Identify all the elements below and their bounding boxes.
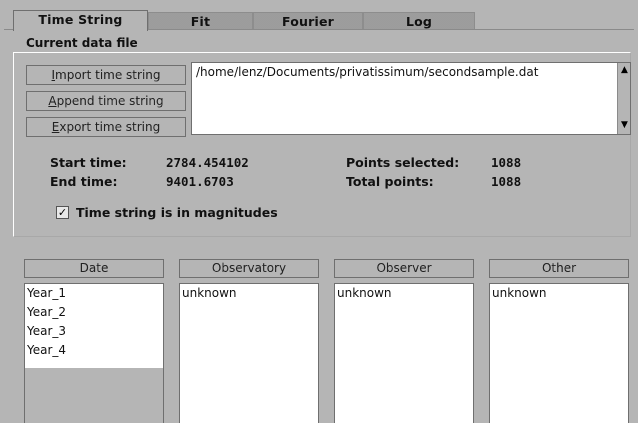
list-item[interactable]: unknown xyxy=(490,284,628,303)
file-path-scrollbar[interactable]: ▲ ▼ xyxy=(617,63,630,134)
other-column-header[interactable]: Other xyxy=(489,259,629,278)
total-points-label: Total points: xyxy=(346,174,434,189)
append-mnemonic: A xyxy=(48,94,57,108)
tab-fourier[interactable]: Fourier xyxy=(253,12,363,29)
observer-list[interactable]: unknown xyxy=(334,283,474,423)
date-column-header[interactable]: Date xyxy=(24,259,164,278)
observatory-column-header[interactable]: Observatory xyxy=(179,259,319,278)
date-list[interactable]: Year_1 Year_2 Year_3 Year_4 xyxy=(24,283,164,423)
append-label-rest: ppend time string xyxy=(56,94,164,108)
append-time-string-button[interactable]: Append time string xyxy=(26,91,186,111)
magnitudes-label: Time string is in magnitudes xyxy=(76,205,278,220)
file-path-textarea[interactable]: /home/lenz/Documents/privatissimum/secon… xyxy=(191,62,631,135)
import-label-rest: mport time string xyxy=(55,68,161,82)
observer-column-header[interactable]: Observer xyxy=(334,259,474,278)
tab-bar: Time String Fit Fourier Log xyxy=(8,8,628,31)
magnitudes-checkbox[interactable]: ✓ xyxy=(56,206,69,219)
end-time-label: End time: xyxy=(50,174,118,189)
tab-fit[interactable]: Fit xyxy=(148,12,253,29)
list-item[interactable]: Year_1 xyxy=(25,284,163,303)
date-list-empty-area xyxy=(25,368,163,423)
tab-time-string[interactable]: Time String xyxy=(13,10,148,31)
list-item[interactable]: unknown xyxy=(180,284,318,303)
points-selected-label: Points selected: xyxy=(346,155,460,170)
list-item[interactable]: Year_4 xyxy=(25,341,163,360)
list-item[interactable]: Year_2 xyxy=(25,303,163,322)
start-time-label: Start time: xyxy=(50,155,127,170)
tab-log[interactable]: Log xyxy=(363,12,475,29)
scroll-up-icon[interactable]: ▲ xyxy=(619,65,630,76)
scroll-down-icon[interactable]: ▼ xyxy=(619,120,630,131)
list-item[interactable]: Year_3 xyxy=(25,322,163,341)
start-time-value: 2784.454102 xyxy=(166,155,249,170)
other-list[interactable]: unknown xyxy=(489,283,629,423)
import-time-string-button[interactable]: Import time string xyxy=(26,65,186,85)
export-label-rest: xport time string xyxy=(59,120,161,134)
export-time-string-button[interactable]: Export time string xyxy=(26,117,186,137)
file-path-text: /home/lenz/Documents/privatissimum/secon… xyxy=(196,65,539,79)
list-item[interactable]: unknown xyxy=(335,284,473,303)
end-time-value: 9401.6703 xyxy=(166,174,234,189)
total-points-value: 1088 xyxy=(491,174,522,189)
points-selected-value: 1088 xyxy=(491,155,522,170)
current-data-file-label: Current data file xyxy=(26,36,138,50)
observatory-list[interactable]: unknown xyxy=(179,283,319,423)
